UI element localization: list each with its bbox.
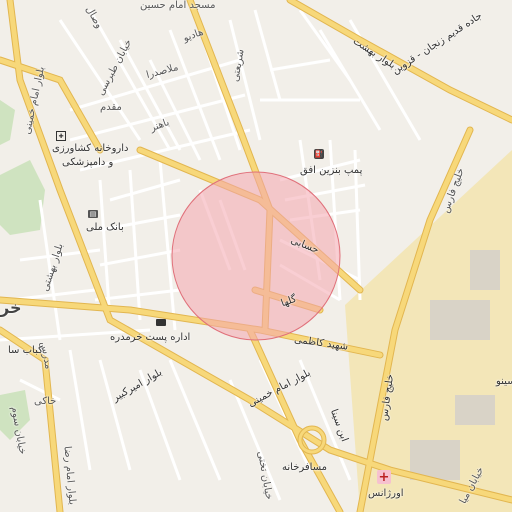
park-area	[0, 100, 15, 145]
building-block	[470, 250, 500, 290]
park-area	[0, 160, 45, 235]
street-label: مقدم	[100, 102, 122, 113]
bank-icon[interactable]: ▤	[88, 210, 98, 218]
poi-cinema[interactable]: سینو	[496, 376, 512, 387]
street-label: مسجد امام حسین	[140, 0, 216, 11]
pharmacy-icon[interactable]: ✚	[56, 131, 66, 141]
map-layer	[0, 0, 512, 512]
poi-fuel-station[interactable]: پمپ بنزین افق	[300, 165, 362, 176]
town-label: خر	[0, 298, 22, 317]
map-canvas[interactable]: مسجد امام حسین هادیو وصال خیابان طبرسی ش…	[0, 0, 512, 512]
building-block	[455, 395, 495, 425]
hospital-cross-icon[interactable]: +	[377, 470, 391, 485]
poi-post-office[interactable]: اداره پست خرمدره	[110, 332, 190, 343]
poi-kabab[interactable]: کباب سا	[8, 345, 43, 356]
search-radius-circle[interactable]	[171, 171, 341, 341]
building-block	[430, 300, 490, 340]
poi-agri-pharmacy-line1[interactable]: داروخانه کشاورزی	[52, 143, 128, 154]
poi-agri-pharmacy-line2[interactable]: و دامپزشکی	[62, 157, 113, 168]
fuel-pump-icon[interactable]: ⛽	[314, 149, 324, 159]
poi-bank-melli[interactable]: بانک ملی	[86, 222, 124, 233]
envelope-icon[interactable]	[156, 319, 166, 326]
poi-emergency[interactable]: اورژانس	[368, 488, 404, 499]
street-label: خاکی	[34, 396, 57, 407]
poi-mosaferkhaneh[interactable]: مسافرخانه	[282, 462, 327, 473]
